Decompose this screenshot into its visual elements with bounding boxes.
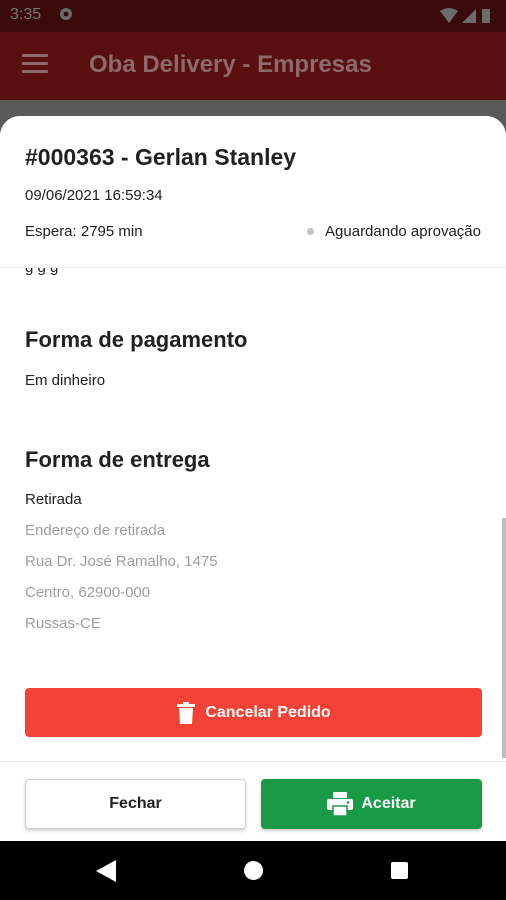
order-datetime: 09/06/2021 16:59:34	[25, 187, 163, 204]
app-title: Oba Delivery - Empresas	[89, 51, 372, 78]
sheet-footer: Fechar Aceitar	[0, 761, 506, 841]
payment-section-title: Forma de pagamento	[25, 327, 248, 352]
status-dot-icon	[307, 228, 315, 235]
delivery-section-title: Forma de entrega	[25, 447, 210, 472]
settings-icon	[60, 8, 72, 20]
recents-icon[interactable]	[391, 862, 408, 879]
delivery-address-label: Endereço de retirada	[25, 522, 166, 539]
trash-icon	[177, 701, 196, 724]
system-nav-bar	[0, 841, 506, 900]
order-title: #000363 - Gerlan Stanley	[25, 144, 297, 170]
delivery-city: Russas-CE	[25, 615, 101, 632]
close-button[interactable]: Fechar	[25, 779, 246, 829]
order-bottom-sheet: #000363 - Gerlan Stanley 09/06/2021 16:5…	[0, 116, 506, 841]
accept-label: Aceitar	[361, 795, 416, 812]
scrollbar[interactable]	[502, 518, 506, 758]
delivery-street: Rua Dr. José Ramalho, 1475	[25, 553, 218, 570]
status-time: 3:35	[10, 6, 42, 23]
order-status-label: Aguardando aprovação	[325, 223, 481, 240]
wifi-icon	[440, 8, 458, 23]
delivery-type: Retirada	[25, 491, 82, 508]
battery-icon	[482, 9, 490, 23]
cancel-order-label: Cancelar Pedido	[205, 703, 331, 721]
status-bar: 3:35	[0, 0, 506, 32]
clipped-text: g g g	[25, 268, 58, 276]
signal-icon	[462, 9, 476, 23]
order-status: Aguardando aprovação	[307, 223, 481, 240]
close-label: Fechar	[109, 795, 162, 812]
menu-icon[interactable]	[22, 54, 48, 76]
printer-icon	[327, 792, 354, 816]
order-header: #000363 - Gerlan Stanley 09/06/2021 16:5…	[0, 116, 506, 268]
delivery-district: Centro, 62900-000	[25, 584, 151, 601]
order-wait-time: Espera: 2795 min	[25, 223, 143, 240]
system-icons	[440, 8, 490, 23]
back-icon[interactable]	[96, 860, 116, 882]
payment-method: Em dinheiro	[25, 372, 106, 389]
home-icon[interactable]	[244, 861, 263, 880]
app-bar: Oba Delivery - Empresas	[0, 32, 506, 100]
accept-button[interactable]: Aceitar	[261, 779, 482, 829]
cancel-order-button[interactable]: Cancelar Pedido	[25, 688, 482, 737]
